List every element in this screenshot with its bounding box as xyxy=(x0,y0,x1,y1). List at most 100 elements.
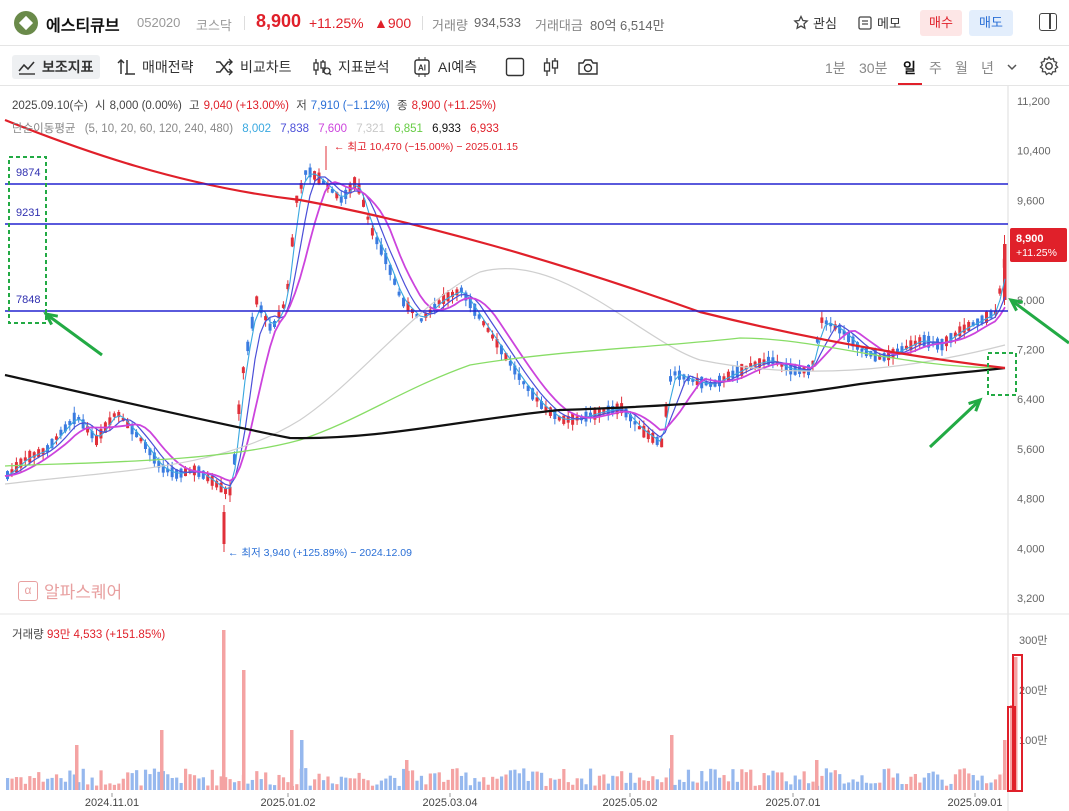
strategy-button[interactable]: 매매전략 xyxy=(116,55,194,79)
date-tick-label: 2024.11.01 xyxy=(85,797,139,809)
watch-button[interactable]: 관심 xyxy=(793,13,837,32)
volume-bar xyxy=(900,784,904,790)
stock-name[interactable]: 에스티큐브 xyxy=(46,12,120,36)
screenshot-button[interactable] xyxy=(577,55,599,79)
volume-bar xyxy=(264,772,268,790)
volume-bar xyxy=(802,771,806,790)
ma-value-60: 7,321 xyxy=(356,123,385,135)
volume-bar xyxy=(660,782,664,790)
volume-bar xyxy=(28,776,32,790)
volume-bar xyxy=(366,780,370,790)
volume-bar xyxy=(63,781,68,790)
candle-body xyxy=(820,317,824,323)
volume-bar xyxy=(330,783,335,790)
candle-body xyxy=(998,288,1002,294)
volume-bar xyxy=(980,775,984,790)
period-week[interactable]: 주 xyxy=(929,58,942,78)
volume-bar xyxy=(780,772,784,790)
volume-bar xyxy=(758,785,762,790)
ma-value-480: 6,933 xyxy=(470,123,499,135)
ma-20-line xyxy=(4,181,1006,482)
star-icon xyxy=(793,14,809,29)
chevron-down-icon[interactable] xyxy=(1006,62,1018,72)
volume-bar xyxy=(735,781,739,790)
candle-type-button[interactable] xyxy=(542,55,560,79)
volume-bar xyxy=(731,769,735,790)
volume-bar xyxy=(428,773,432,790)
volume-bar xyxy=(59,778,63,790)
analysis-button[interactable]: 지표분석 xyxy=(312,55,390,79)
candle-body xyxy=(860,348,864,352)
volume-bar xyxy=(237,781,241,790)
candle-body xyxy=(651,432,655,443)
close-label: 종 xyxy=(396,100,408,112)
memo-button[interactable]: 메모 xyxy=(857,13,901,32)
ma-value-10: 7,838 xyxy=(280,123,309,135)
volume-bar xyxy=(206,785,210,790)
ohlc-date: 2025.09.10(수) xyxy=(12,100,88,112)
volume-bars-group xyxy=(6,630,1018,790)
volume-spike xyxy=(815,760,819,790)
volume-bar xyxy=(691,781,695,790)
volume-bar xyxy=(370,785,375,790)
period-month[interactable]: 월 xyxy=(955,58,968,78)
volume-bar xyxy=(130,773,134,790)
moving-average-info[interactable]: 단순이동평균 (5, 10, 20, 60, 120, 240, 480) 8,… xyxy=(12,120,505,136)
candle-body xyxy=(393,278,397,285)
volume-bar xyxy=(464,772,468,790)
volume-bar xyxy=(869,783,873,790)
volume-bar xyxy=(170,778,174,790)
sell-button[interactable]: 매도 xyxy=(969,10,1013,36)
volume-bar xyxy=(522,768,526,790)
price-tick-label: 6,400 xyxy=(1017,394,1045,406)
volume-bar xyxy=(112,784,116,790)
period-day[interactable]: 일 xyxy=(903,58,916,78)
candle-body xyxy=(112,413,116,417)
indicator-button[interactable]: 보조지표 xyxy=(12,55,100,79)
date-tick-label: 2025.03.04 xyxy=(422,797,477,809)
period-1min[interactable]: 1분 xyxy=(825,58,846,78)
volume-bar xyxy=(807,783,811,790)
price-tag-percent: +11.25% xyxy=(1016,247,1057,259)
volume-bar xyxy=(775,772,780,790)
volume-bar xyxy=(615,776,619,790)
volume-bar xyxy=(23,783,27,790)
volume-bar xyxy=(651,776,655,790)
volume-bar xyxy=(931,771,935,790)
volume-bar xyxy=(971,775,975,790)
period-year[interactable]: 년 xyxy=(981,58,994,78)
volume-bar xyxy=(255,771,259,790)
volume-bar xyxy=(201,777,205,790)
volume-bar xyxy=(913,774,917,790)
volume-bar xyxy=(37,772,41,790)
settings-gear-icon[interactable] xyxy=(1038,55,1060,77)
candle-body xyxy=(562,415,566,424)
checkbox-toggle[interactable] xyxy=(505,55,525,79)
indicator-label: 보조지표 xyxy=(42,59,94,75)
candle-body xyxy=(958,326,962,337)
volume-bar xyxy=(103,784,108,790)
volume-bar xyxy=(531,771,535,790)
volume-bar xyxy=(976,780,980,790)
volume-bar xyxy=(998,774,1002,790)
analysis-icon xyxy=(313,59,332,76)
low-value: 7,910 (−1.12%) xyxy=(310,100,390,112)
buy-button[interactable]: 매수 xyxy=(920,10,962,36)
ai-predict-button[interactable]: AI AI예측 xyxy=(412,55,477,79)
period-30min[interactable]: 30분 xyxy=(859,58,887,78)
volume-bar xyxy=(321,780,326,790)
volume-bar xyxy=(232,782,237,790)
ma-value-120: 6,851 xyxy=(394,123,423,135)
volume-bar xyxy=(820,775,824,790)
side-panel-icon[interactable] xyxy=(1039,13,1057,31)
price-tick-label: 4,000 xyxy=(1017,543,1045,555)
compare-button[interactable]: 비교차트 xyxy=(214,55,292,79)
volume-bar xyxy=(148,774,152,790)
high-value: 9,040 (+13.00%) xyxy=(203,100,289,112)
price-tick-label: 5,600 xyxy=(1017,444,1045,456)
price-chart[interactable]: 11,20010,4009,6008,8008,0007,2006,4005,6… xyxy=(0,86,1069,811)
volume-bar xyxy=(246,783,250,790)
volume-bar xyxy=(571,784,575,790)
volume-bar xyxy=(944,785,949,790)
volume-bar xyxy=(682,781,686,790)
